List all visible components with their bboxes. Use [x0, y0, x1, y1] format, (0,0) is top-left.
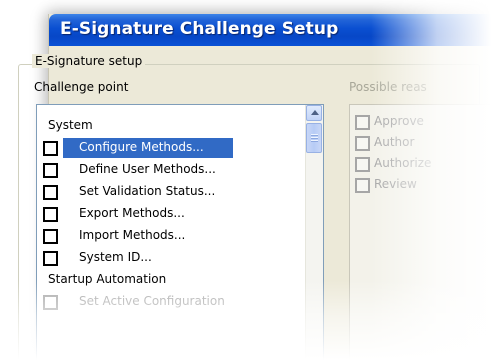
reason-item: Approve [355, 113, 491, 131]
screenshot-stage: E-Signature Challenge Setup E-Signature … [0, 0, 491, 360]
item-label: Set Active Configuration [79, 294, 225, 308]
reason-item: Author [355, 134, 491, 152]
reason-checkbox [355, 157, 370, 172]
title-bar[interactable]: E-Signature Challenge Setup [49, 14, 491, 46]
list-item[interactable]: Import Methods... [37, 225, 299, 247]
item-label: Import Methods... [79, 228, 186, 242]
possible-reasons-list[interactable]: Approve Author Authorize Review [349, 104, 491, 360]
challenge-point-list[interactable]: Set Active Configuration Startup Automati… [36, 104, 324, 360]
list-item[interactable]: Set Active Configuration [37, 291, 299, 313]
challenge-point-label: Challenge point [34, 80, 129, 94]
reason-checkbox [355, 178, 370, 193]
item-label: Export Methods... [79, 206, 185, 220]
window-title: E-Signature Challenge Setup [60, 19, 339, 39]
list-item[interactable]: System ID... [37, 247, 299, 269]
scroll-up-button[interactable] [306, 105, 322, 121]
list-item[interactable]: Export Methods... [37, 203, 299, 225]
list-item[interactable]: System [37, 115, 299, 137]
item-label: Define User Methods... [79, 162, 216, 176]
list-item[interactable]: Set Validation Status... [37, 181, 299, 203]
list-scrollbar[interactable] [305, 105, 323, 360]
reason-checkbox [355, 115, 370, 130]
list-item[interactable]: Define User Methods... [37, 159, 299, 181]
item-checkbox[interactable] [43, 251, 58, 266]
list-item[interactable]: Configure Methods... [37, 137, 299, 159]
item-checkbox [43, 295, 58, 310]
item-label: Configure Methods... [79, 140, 204, 154]
item-label: System ID... [79, 250, 152, 264]
reason-label: Authorize [374, 156, 432, 170]
list-item[interactable]: Startup Automation [37, 269, 299, 291]
item-label: Set Validation Status... [79, 184, 216, 198]
reason-label: Approve [374, 114, 424, 128]
groupbox-legend: E-Signature setup [32, 54, 146, 68]
up-arrow-icon [311, 110, 319, 115]
possible-reasons-label: Possible reas [349, 80, 427, 94]
item-checkbox[interactable] [43, 229, 58, 244]
item-checkbox[interactable] [43, 185, 58, 200]
group-heading: System [48, 118, 93, 132]
reason-item: Review [355, 176, 491, 194]
scroll-thumb[interactable] [306, 123, 322, 153]
reason-label: Author [374, 135, 415, 149]
reason-label: Review [374, 177, 417, 191]
item-checkbox[interactable] [43, 163, 58, 178]
reason-checkbox [355, 136, 370, 151]
item-checkbox[interactable] [43, 141, 58, 156]
grip-line-icon [311, 140, 318, 141]
group-heading: Startup Automation [48, 272, 167, 286]
grip-line-icon [311, 137, 318, 138]
item-checkbox[interactable] [43, 207, 58, 222]
grip-line-icon [311, 134, 318, 135]
reason-item: Authorize [355, 155, 491, 173]
